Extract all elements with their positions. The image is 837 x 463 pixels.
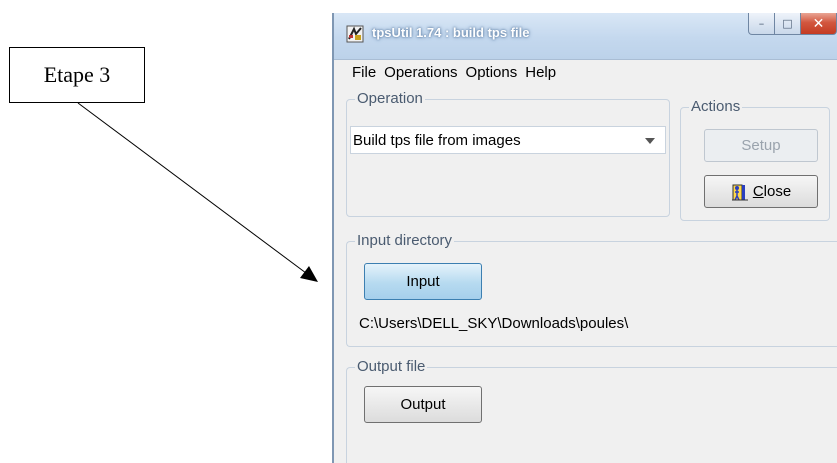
close-button-label: lose [763, 183, 792, 200]
window-close-button[interactable]: ✕ [801, 13, 837, 35]
actions-group-label: Actions [689, 98, 743, 115]
arrow-line [77, 102, 311, 277]
minimize-icon: – [758, 17, 765, 30]
input-path: C:\Users\DELL_SKY\Downloads\poules\ [359, 315, 629, 332]
setup-button[interactable]: Setup [704, 129, 818, 162]
maximize-button[interactable]: □ [775, 13, 801, 35]
minimize-button[interactable]: – [748, 13, 775, 35]
menu-help[interactable]: Help [525, 64, 556, 81]
menu-operations[interactable]: Operations [384, 64, 457, 81]
menu-bar: File Operations Options Help [334, 60, 837, 84]
operation-select-value: Build tps file from images [353, 131, 521, 149]
maximize-icon: □ [782, 17, 793, 30]
close-button[interactable]: Close [704, 175, 818, 208]
door-exit-icon [731, 184, 748, 200]
output-button[interactable]: Output [364, 386, 482, 423]
operation-group-label: Operation [355, 90, 425, 107]
chevron-down-icon [645, 138, 655, 144]
menu-file[interactable]: File [352, 64, 376, 81]
operation-group: Operation [346, 90, 670, 217]
title-bar[interactable]: tpsUtil 1.74 : build tps file – □ ✕ [334, 13, 837, 60]
app-window: tpsUtil 1.74 : build tps file – □ ✕ File… [332, 13, 837, 463]
output-file-label: Output file [355, 358, 428, 375]
arrow-head [300, 266, 318, 282]
setup-button-label: Setup [741, 137, 781, 154]
app-icon [346, 25, 364, 43]
input-directory-label: Input directory [355, 232, 455, 249]
annotation-callout: Etape 3 [9, 47, 145, 103]
window-controls: – □ ✕ [748, 13, 837, 37]
menu-options[interactable]: Options [466, 64, 518, 81]
window-title: tpsUtil 1.74 : build tps file [372, 25, 530, 40]
input-button-label: Input [406, 273, 440, 290]
annotation-label: Etape 3 [43, 62, 111, 87]
close-x-icon: ✕ [812, 15, 825, 32]
output-button-label: Output [400, 396, 446, 413]
close-button-mnemonic: C [752, 183, 764, 200]
operation-select[interactable]: Build tps file from images [350, 126, 666, 154]
input-button[interactable]: Input [364, 263, 482, 300]
